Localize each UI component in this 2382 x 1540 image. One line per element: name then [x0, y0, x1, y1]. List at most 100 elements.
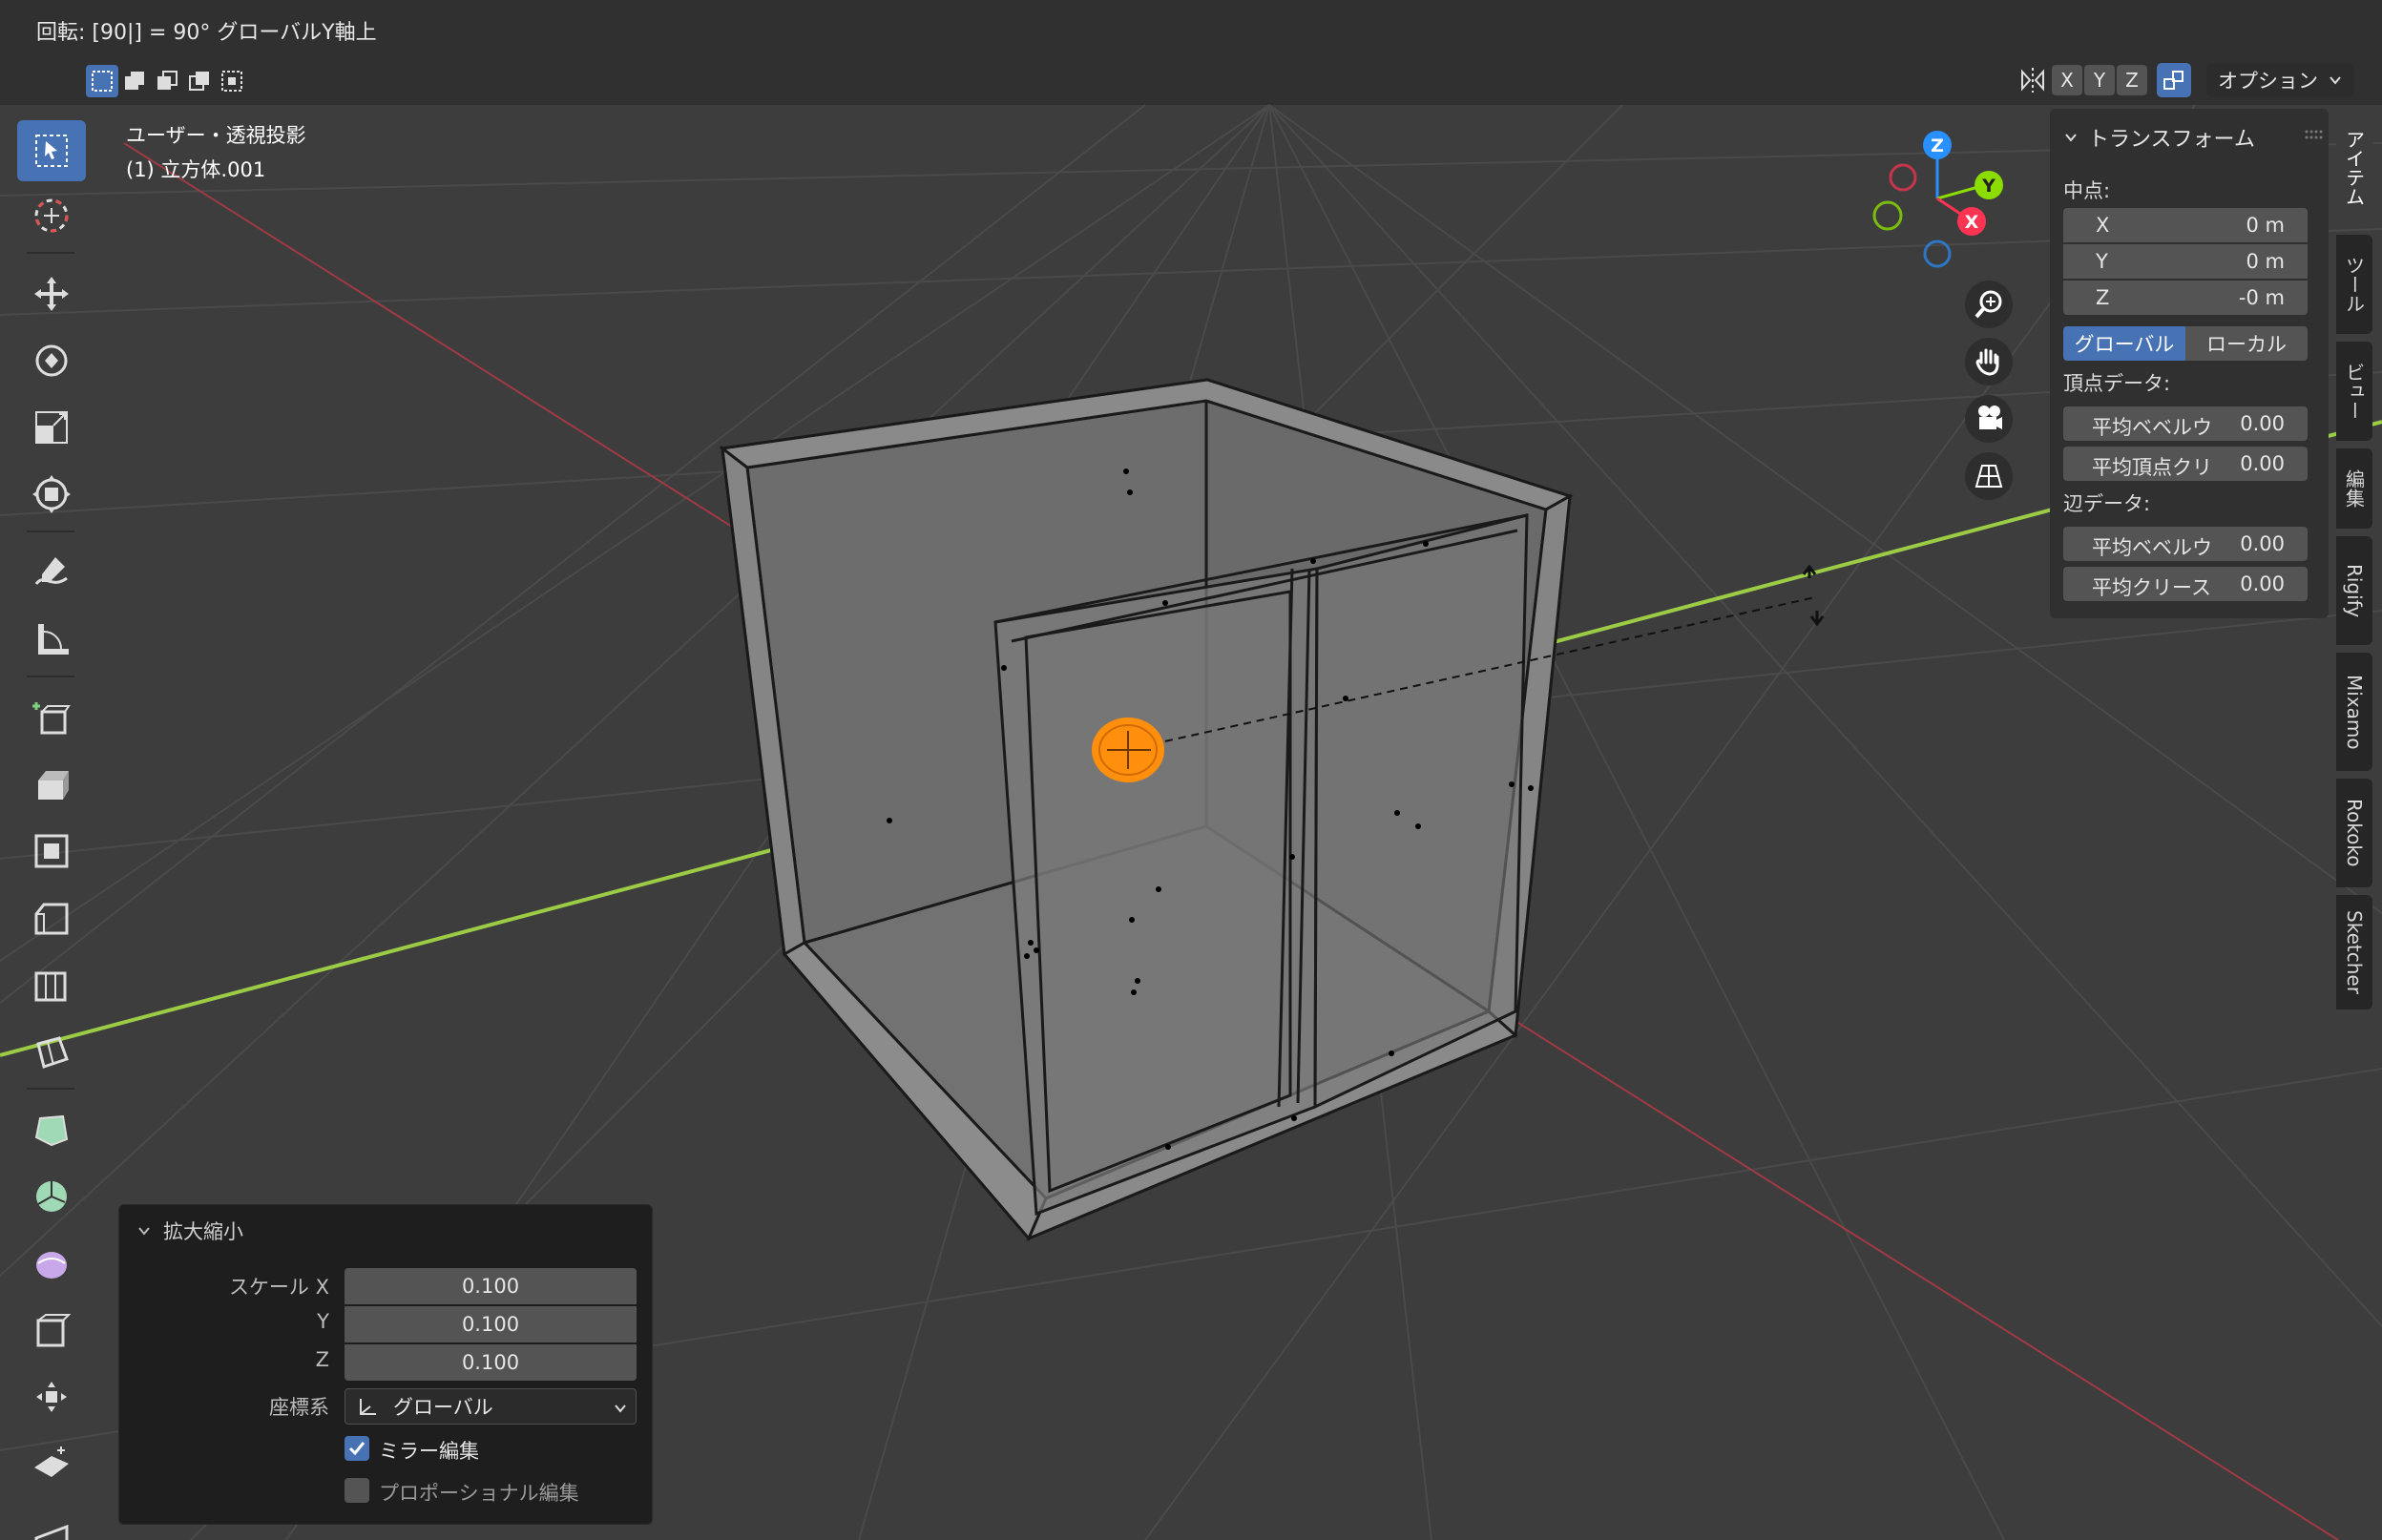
- extrude-icon[interactable]: [17, 754, 86, 815]
- transform-icon[interactable]: [17, 464, 86, 525]
- toolbar: [13, 118, 92, 1540]
- field-value: 0.00: [2240, 452, 2285, 475]
- mirror-edit-checkbox[interactable]: [345, 1436, 369, 1461]
- annotate-icon[interactable]: [17, 542, 86, 603]
- local-button[interactable]: ローカル: [2185, 326, 2308, 361]
- edge-slide-icon[interactable]: [17, 1300, 86, 1361]
- shear-icon[interactable]: [17, 1433, 86, 1494]
- loop-cut-icon[interactable]: [17, 954, 86, 1015]
- spin-icon[interactable]: [17, 1166, 86, 1227]
- chevron-down-icon: [615, 1405, 626, 1413]
- scale-icon[interactable]: [17, 397, 86, 458]
- select-invert-icon[interactable]: [183, 65, 216, 97]
- field-value: 0 m: [2246, 250, 2286, 273]
- scale-x-field[interactable]: 0.100: [345, 1268, 637, 1304]
- selected-element[interactable]: [1092, 718, 1164, 782]
- cursor-icon[interactable]: [17, 185, 86, 246]
- select-box-icon[interactable]: [17, 120, 86, 181]
- tab-item[interactable]: アイテム: [2336, 109, 2372, 227]
- knife-icon[interactable]: [17, 1021, 86, 1082]
- vertex-bevel-weight-field[interactable]: 平均ベベルウ 0.00: [2063, 406, 2308, 441]
- field-label: Z: [2096, 286, 2110, 309]
- tab-tool[interactable]: ツール: [2336, 235, 2372, 334]
- gizmo-z-label: Z: [1931, 135, 1944, 156]
- viewport-title: ユーザー・透視投影: [126, 124, 306, 147]
- transform-panel-header[interactable]: トランスフォーム: [2063, 122, 2255, 153]
- median-y-field[interactable]: Y 0 m: [2063, 244, 2308, 279]
- proportional-edit-label: プロポーショナル編集: [379, 1482, 579, 1505]
- rotate-icon[interactable]: [17, 330, 86, 391]
- vertex-crease-field[interactable]: 平均頂点クリ 0.00: [2063, 447, 2308, 481]
- tab-mixamo[interactable]: Mixamo: [2336, 653, 2372, 771]
- space-toggle: グローバル ローカル: [2063, 326, 2308, 361]
- mirror-z-toggle[interactable]: Z: [2117, 65, 2147, 95]
- field-label: X: [2096, 214, 2110, 237]
- transform-panel-title: トランスフォーム: [2088, 128, 2255, 152]
- bevel-icon[interactable]: [17, 887, 86, 948]
- chevron-down-icon: [2065, 134, 2077, 142]
- rip-icon[interactable]: [17, 1500, 86, 1540]
- proportional-edit-checkbox[interactable]: [345, 1478, 369, 1503]
- active-object-label: (1) 立方体.001: [126, 158, 266, 181]
- mirror-edit-label: ミラー編集: [379, 1440, 479, 1463]
- measure-icon[interactable]: [17, 609, 86, 670]
- tab-edit[interactable]: 編集: [2336, 448, 2372, 529]
- perspective-grid-icon[interactable]: [1965, 452, 2013, 500]
- tab-rokoko[interactable]: Rokoko: [2336, 779, 2372, 887]
- field-label: 平均ベベルウ: [2092, 416, 2212, 439]
- scale-z-label: Z: [315, 1348, 329, 1371]
- select-new-icon[interactable]: [86, 65, 118, 97]
- pan-hand-icon[interactable]: [1965, 338, 2013, 385]
- tab-view[interactable]: ビュー: [2336, 342, 2372, 441]
- shrink-fatten-icon[interactable]: [17, 1366, 86, 1427]
- mirror-y-toggle[interactable]: Y: [2084, 65, 2115, 95]
- camera-icon[interactable]: [1965, 395, 2013, 443]
- median-z-field[interactable]: Z -0 m: [2063, 281, 2308, 315]
- tab-rigify[interactable]: Rigify: [2336, 536, 2372, 645]
- edge-bevel-weight-field[interactable]: 平均ベベルウ 0.00: [2063, 527, 2308, 561]
- orientation-axes-icon: [360, 1399, 376, 1415]
- auto-merge-icon[interactable]: [2157, 63, 2191, 97]
- poly-build-icon[interactable]: [17, 1099, 86, 1160]
- options-dropdown[interactable]: オプション: [2206, 63, 2354, 97]
- drag-handle-icon[interactable]: [2304, 128, 2323, 141]
- move-icon[interactable]: [17, 263, 86, 324]
- sidebar-tabs: アイテム ツール ビュー 編集 Rigify Mixamo Rokoko Ske…: [2336, 107, 2374, 1009]
- header-right-controls: X Y Z オプション: [2016, 59, 2354, 101]
- edge-crease-field[interactable]: 平均クリース 0.00: [2063, 567, 2308, 601]
- orientation-label: 座標系: [269, 1396, 329, 1419]
- navigation-gizmo[interactable]: Z Y X: [1861, 124, 2004, 277]
- mirror-x-toggle[interactable]: X: [2052, 65, 2082, 95]
- tab-sketcher[interactable]: Sketcher: [2336, 895, 2372, 1009]
- median-x-field[interactable]: X 0 m: [2063, 208, 2308, 242]
- scale-x-label: スケール X: [228, 1276, 329, 1299]
- operator-panel-header[interactable]: 拡大縮小: [136, 1217, 243, 1245]
- field-label: 平均頂点クリ: [2092, 456, 2212, 479]
- add-cube-icon[interactable]: [17, 687, 86, 748]
- mirror-icon[interactable]: [2016, 63, 2050, 97]
- chevron-down-icon: [2330, 76, 2341, 85]
- chevron-down-icon: [138, 1227, 150, 1236]
- select-intersect-icon[interactable]: [216, 65, 248, 97]
- select-extend-icon[interactable]: [118, 65, 151, 97]
- orientation-dropdown[interactable]: グローバル: [345, 1388, 637, 1425]
- select-subtract-icon[interactable]: [151, 65, 183, 97]
- field-value: 0.00: [2240, 572, 2285, 595]
- options-label: オプション: [2218, 70, 2318, 93]
- field-value: 0.00: [2240, 532, 2285, 555]
- operator-panel-title: 拡大縮小: [163, 1220, 243, 1243]
- transform-panel: トランスフォーム 中点: X 0 m Y 0 m Z -0 m グローバル ロー…: [2050, 109, 2329, 618]
- smooth-icon[interactable]: [17, 1233, 86, 1294]
- scale-z-field[interactable]: 0.100: [345, 1344, 637, 1381]
- gizmo-y-label: Y: [1981, 176, 1995, 197]
- orientation-value: グローバル: [393, 1396, 493, 1419]
- zoom-icon[interactable]: [1965, 281, 2013, 328]
- field-value: 0 m: [2246, 214, 2286, 237]
- scale-y-label: Y: [317, 1310, 329, 1333]
- edge-data-label: 辺データ:: [2063, 492, 2151, 515]
- operator-redo-panel: 拡大縮小 スケール X 0.100 Y 0.100 Z 0.100 座標系 グロ…: [118, 1204, 653, 1525]
- scale-y-field[interactable]: 0.100: [345, 1306, 637, 1342]
- inset-icon[interactable]: [17, 821, 86, 882]
- global-button[interactable]: グローバル: [2063, 326, 2185, 361]
- operator-status-text: 回転: [90|] = 90° グローバルY軸上: [36, 21, 377, 45]
